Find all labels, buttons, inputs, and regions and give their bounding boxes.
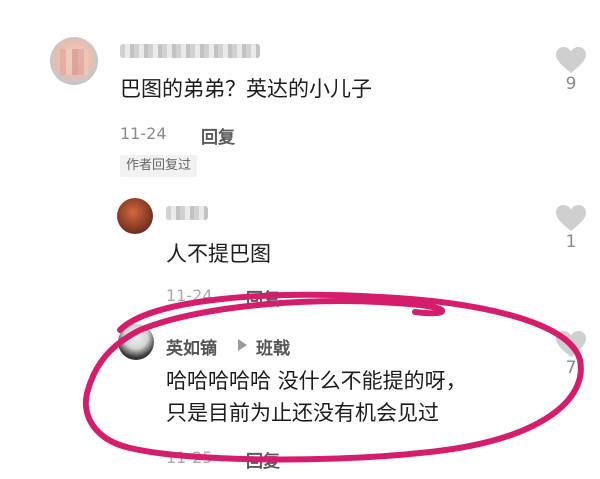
blurred-username[interactable] bbox=[120, 44, 260, 58]
avatar[interactable] bbox=[50, 37, 98, 85]
comment-text-line2: 只是目前为止还没有机会见过 bbox=[166, 401, 439, 425]
like-button[interactable]: 7 bbox=[551, 330, 591, 378]
comment-text-line1: 哈哈哈哈哈 没什么不能提的呀， bbox=[166, 369, 467, 393]
reply-to-username[interactable]: 班戟 bbox=[256, 334, 290, 359]
like-count: 9 bbox=[565, 74, 577, 94]
reply-button[interactable]: 回复 bbox=[201, 123, 235, 148]
like-count: 1 bbox=[565, 232, 577, 252]
like-button[interactable]: 1 bbox=[551, 204, 591, 252]
author-replied-badge: 作者回复过 bbox=[120, 155, 198, 177]
reply-arrow-icon bbox=[238, 339, 247, 351]
avatar[interactable] bbox=[118, 324, 154, 360]
comment-text: 人不提巴图 bbox=[166, 242, 271, 266]
heart-icon bbox=[556, 331, 586, 357]
comment-text: 巴图的弟弟？英达的小儿子 bbox=[120, 77, 372, 101]
comment-date: 11-24 bbox=[120, 124, 167, 143]
reply-button[interactable]: 回复 bbox=[246, 285, 280, 310]
heart-icon bbox=[556, 47, 586, 73]
comment-date: 11-25 bbox=[166, 448, 213, 467]
blurred-username[interactable] bbox=[166, 206, 208, 220]
like-button[interactable]: 9 bbox=[551, 46, 591, 94]
heart-icon bbox=[556, 205, 586, 231]
comment-date: 11-24 bbox=[166, 286, 213, 305]
like-count: 7 bbox=[565, 358, 577, 378]
reply-button[interactable]: 回复 bbox=[246, 447, 280, 472]
avatar[interactable] bbox=[117, 198, 153, 234]
username[interactable]: 英如镝 bbox=[166, 334, 217, 359]
